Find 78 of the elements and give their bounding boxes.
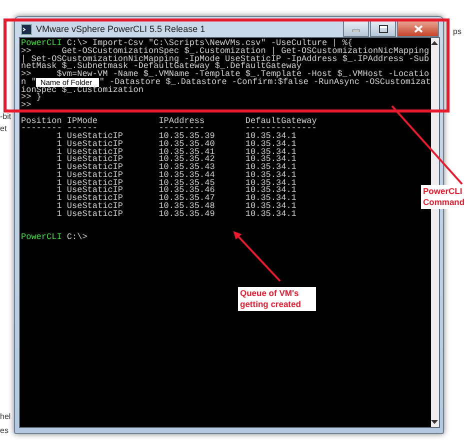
annotation-label: Queue of VM's getting created	[238, 287, 316, 311]
table-cell-text: 1	[56, 172, 62, 180]
scroll-up-icon[interactable]	[431, 41, 438, 45]
prompt-label: PowerCLI	[21, 38, 62, 48]
table-cell-text: 10.35.34.1	[245, 210, 298, 218]
table-cell-text: 10.35.35.46	[158, 187, 216, 195]
table-cell-text: UseStaticIP	[66, 156, 124, 164]
table-cell-text: 1	[56, 140, 62, 148]
arrow	[233, 231, 281, 282]
window-title: VMware vSphere PowerCLI 5.5 Release 1	[36, 23, 206, 34]
maximize-button[interactable]	[370, 21, 396, 37]
command-text: " -Datastore $_.Datastore -Confirm:$false -RunAsync -OSCustomizat	[99, 76, 431, 87]
table-cell-text: UseStaticIP	[66, 133, 124, 141]
table-cell-text: 1	[56, 180, 62, 188]
table-cell-text: 1	[56, 195, 62, 203]
table-cell-text: UseStaticIP	[66, 195, 124, 203]
table-cell-text: 10.35.34.1	[245, 187, 298, 195]
command-text: n "	[21, 76, 36, 87]
prompt-label: PowerCLI	[21, 232, 62, 242]
table-cell-text: 1	[56, 148, 62, 156]
table-cell-text: UseStaticIP	[66, 164, 124, 172]
scroll-down-icon[interactable]	[431, 420, 438, 424]
command-text: C:\>	[66, 232, 88, 242]
table-cell-text: UseStaticIP	[66, 180, 124, 188]
table-cell-text: 1	[56, 133, 62, 141]
column-header: Position	[21, 118, 62, 126]
close-button[interactable]	[397, 21, 439, 37]
table-cell-text: 10.35.35.49	[158, 210, 216, 218]
maximize-icon	[378, 24, 388, 32]
command-text: >> }	[21, 92, 42, 102]
table-cell-text: 10.35.35.43	[158, 164, 216, 172]
table-cell-text: UseStaticIP	[66, 187, 124, 195]
table-cell-text: 10.35.35.42	[158, 156, 216, 164]
table-cell-text: 10.35.35.44	[158, 172, 216, 180]
table-cell-text: 10.35.34.1	[245, 164, 298, 172]
table-cell-text: UseStaticIP	[66, 210, 124, 218]
table-cell-text: 1	[56, 210, 62, 218]
table-cell-text: 1	[56, 187, 62, 195]
table-cell-text: 10.35.35.48	[158, 202, 216, 210]
table-cell-text: UseStaticIP	[66, 172, 124, 180]
table-cell-text: 10.35.34.1	[245, 180, 298, 188]
command-text: >>	[21, 100, 32, 110]
background-text: et	[0, 124, 7, 133]
table-cell-text: 1	[56, 164, 62, 172]
console-icon	[21, 24, 32, 34]
table-cell-text: 1	[56, 156, 62, 164]
table-cell-text: 10.35.34.1	[245, 156, 298, 164]
background-text: ps	[453, 27, 462, 36]
table-cell-text: 10.35.35.45	[158, 180, 216, 188]
header-rule: ------	[66, 125, 98, 133]
column-header: IPAddress	[158, 118, 206, 126]
table-cell-text: 10.35.35.39	[158, 133, 216, 141]
table-cell-text: 10.35.35.40	[158, 140, 216, 148]
table-cell-text: 1	[56, 202, 62, 210]
column-header: DefaultGateway	[245, 118, 317, 126]
table-cell-text: UseStaticIP	[66, 202, 124, 210]
close-icon	[414, 24, 422, 32]
table-cell-text: 10.35.34.1	[245, 202, 298, 210]
background-text: hel	[0, 412, 11, 421]
table-cell-text: 10.35.35.41	[158, 148, 216, 156]
header-rule: --------------	[245, 125, 317, 133]
table-cell-text: 10.35.35.47	[158, 195, 216, 203]
table-cell-text: 10.35.34.1	[245, 172, 298, 180]
table-cell-text: UseStaticIP	[66, 148, 124, 156]
background-text: -bit	[0, 112, 12, 121]
column-header: IPMode	[66, 118, 98, 126]
annotation-label: PowerCLI Command	[421, 185, 467, 209]
header-rule: --------	[21, 125, 62, 133]
header-rule: ---------	[158, 125, 205, 133]
background-text: es	[0, 426, 8, 435]
table-cell-text: UseStaticIP	[66, 140, 124, 148]
minimize-button[interactable]	[343, 21, 369, 37]
table-cell-text: 10.35.34.1	[245, 140, 298, 148]
table-cell-text: 10.35.34.1	[245, 195, 298, 203]
command-text: >> Get-OSCustomizationSpec $_.Customization | Get-OSCustomizationNicMapping	[21, 46, 430, 56]
command-text: C:\> Import-Csv "C:\Scripts\NewVMs.csv" -UseCulture | %{	[66, 38, 353, 48]
table-cell-text: 10.35.34.1	[245, 133, 298, 141]
table-cell-text: 10.35.34.1	[245, 148, 298, 156]
